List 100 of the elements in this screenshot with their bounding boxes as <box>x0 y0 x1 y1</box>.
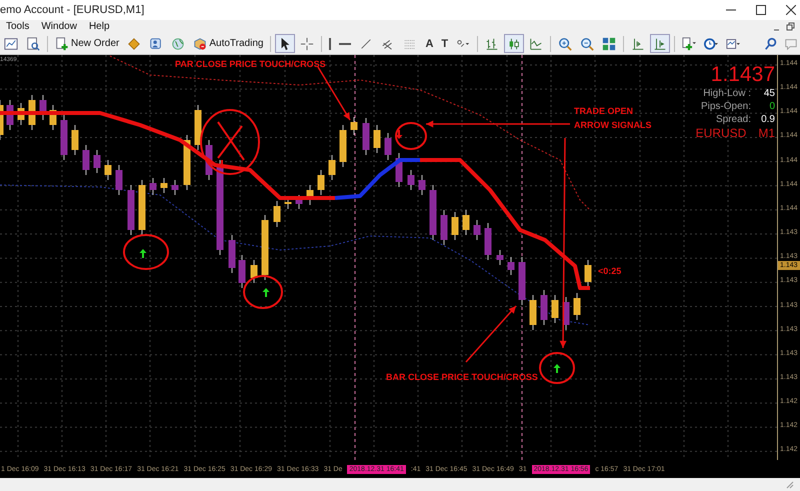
candlestick <box>328 154 336 180</box>
chart-window-icon <box>4 36 18 50</box>
candlestick <box>172 180 178 196</box>
hand-drawn-circle <box>243 275 283 309</box>
crosshair-icon <box>300 36 314 50</box>
candlestick <box>128 184 134 236</box>
candlestick <box>250 260 258 284</box>
candlestick <box>194 104 202 150</box>
new-order-icon <box>55 36 69 50</box>
candlestick <box>318 170 324 196</box>
candlestick <box>452 212 458 240</box>
globe-icon <box>171 36 186 50</box>
candlestick <box>574 292 580 320</box>
vertical-line-icon <box>329 38 332 50</box>
window-title: emo Account - [EURUSD,M1] <box>0 4 144 16</box>
candlestick <box>474 220 480 240</box>
candlestick <box>418 174 426 196</box>
menu-item[interactable]: Help <box>82 20 116 33</box>
zoom-in-icon <box>558 36 572 50</box>
candlestick <box>408 170 414 190</box>
tile-windows-icon <box>602 36 616 50</box>
zoom-out-icon <box>580 36 594 50</box>
cross-mark-icon <box>217 121 245 161</box>
up-arrow-icon <box>262 288 270 297</box>
stat-value: 0 <box>768 100 775 113</box>
candlestick <box>94 150 100 174</box>
restore-icon[interactable] <box>786 22 796 32</box>
search-icon[interactable] <box>764 36 778 50</box>
candlestick <box>530 294 536 330</box>
people-icon <box>149 36 164 50</box>
countdown-label: <0:25 <box>598 266 622 276</box>
candlestick <box>138 180 146 236</box>
candlestick <box>440 210 448 246</box>
horizontal-line-icon <box>339 42 352 44</box>
timeframe-label: M1 <box>758 126 775 141</box>
candlestick <box>116 164 122 196</box>
symbol-label: EURUSD <box>696 126 746 141</box>
stat-value: 0.9 <box>761 113 775 126</box>
candlestick <box>496 250 504 266</box>
diamond-icon <box>127 36 142 50</box>
candlestick <box>6 100 14 130</box>
chart-shift-icon <box>631 36 646 50</box>
candlestick <box>274 200 280 228</box>
candlestick <box>72 124 78 156</box>
toolbar-button[interactable] <box>275 34 296 53</box>
menu-item[interactable]: Window <box>35 20 83 33</box>
template-dropdown-icon <box>682 36 696 50</box>
hand-drawn-circle <box>200 109 260 175</box>
bar-chart-icon <box>485 36 500 50</box>
candlestick <box>584 260 592 288</box>
up-arrow-icon <box>554 364 560 373</box>
hand-drawn-circle <box>395 122 427 150</box>
candlestick <box>82 144 90 176</box>
candlestick <box>374 124 380 154</box>
annotation-text: TRADE OPEN ARROW SIGNALS <box>574 105 652 132</box>
candlestick <box>340 124 346 168</box>
close-icon[interactable] <box>786 5 796 15</box>
hand-drawn-circle <box>539 352 575 384</box>
hand-drawn-circle <box>123 234 169 270</box>
toolbar-button[interactable]: A <box>422 34 436 53</box>
candlestick <box>40 94 46 120</box>
auto-scroll-icon <box>653 36 668 50</box>
candlestick <box>508 256 514 276</box>
print-preview-icon <box>26 36 40 50</box>
candlestick <box>518 256 526 306</box>
annotation-text: BAR CLOSE PRICE TOUCH/CROSS <box>386 372 538 382</box>
candlestick <box>350 116 358 136</box>
candlestick <box>562 296 570 330</box>
candlestick <box>104 160 112 180</box>
candlestick <box>150 178 156 196</box>
indicators-dropdown-icon <box>726 36 740 50</box>
toolbar-button[interactable]: T <box>438 34 452 53</box>
candlestick <box>160 178 168 194</box>
menu-item[interactable]: Tools <box>0 20 36 33</box>
trend-line-icon <box>359 36 374 50</box>
up-arrow-icon <box>140 249 146 258</box>
stat-label: Spread: <box>716 113 751 126</box>
annotation-arrow <box>465 306 517 362</box>
candlestick <box>296 194 302 210</box>
candlestick <box>228 234 236 274</box>
current-price: 1.1437 <box>710 63 775 87</box>
candlestick <box>306 184 314 206</box>
candlestick <box>484 222 492 260</box>
maximize-icon[interactable] <box>756 5 766 15</box>
candlestick <box>60 114 68 160</box>
candlestick <box>462 210 470 236</box>
annotation-text: PAR CLOSE PRICE TOUCH/CROSS <box>175 59 326 69</box>
stat-value: 45 <box>762 87 775 100</box>
candlestick <box>362 118 370 156</box>
toolbar-button[interactable]: New Order <box>52 34 122 53</box>
candlestick <box>552 294 558 324</box>
toolbar-button[interactable]: AutoTrading <box>190 34 266 53</box>
cube-stop-icon <box>193 36 208 50</box>
down-arrow-icon <box>218 160 226 169</box>
stat-label: Pips-Open: <box>700 100 751 113</box>
candlestick <box>238 254 246 288</box>
candlestick-icon <box>507 36 522 50</box>
stat-label: High-Low : <box>703 87 751 100</box>
resize-grip-icon[interactable] <box>786 480 794 488</box>
candlestick <box>18 102 24 126</box>
